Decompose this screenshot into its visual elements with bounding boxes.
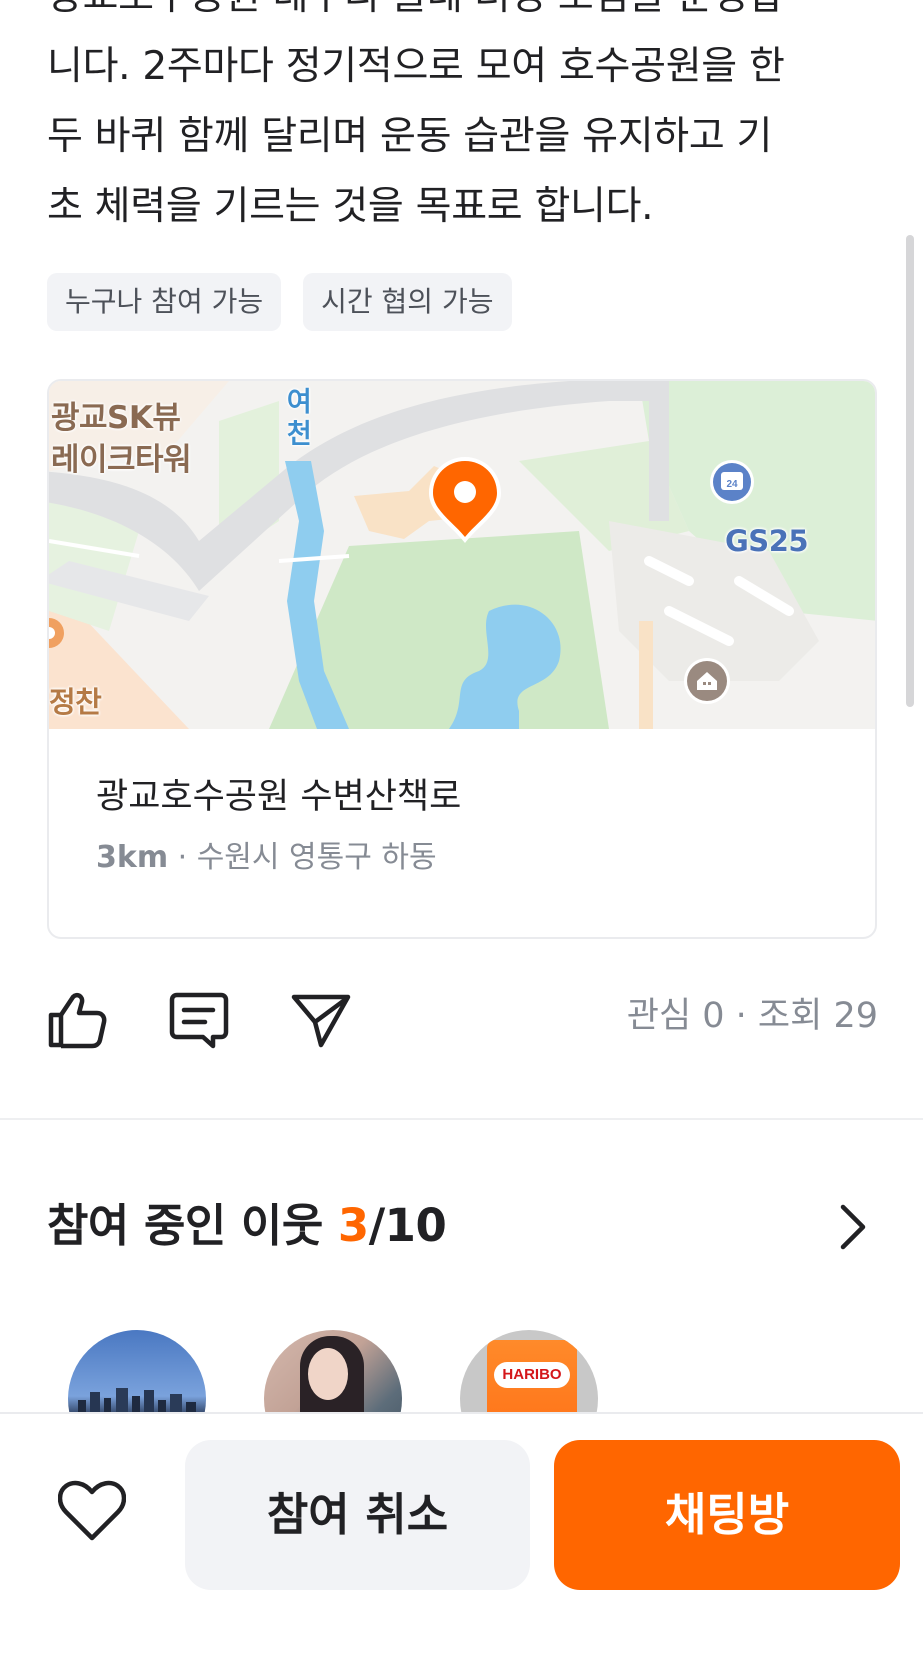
place-address: 수원시 영통구 하동 [196, 840, 437, 875]
tag-list: 누구나 참여 가능 시간 협의 가능 [47, 273, 512, 331]
comment-icon [169, 992, 229, 1049]
meta-separator: · [168, 840, 197, 875]
map-label-stream: 여천 [286, 387, 312, 450]
location-map[interactable]: 광교SK뷰 레이크타워 여천 정찬 24 GS25 [49, 381, 875, 729]
bottom-action-bar: 참여 취소 채팅방 [0, 1412, 923, 1659]
participants-header[interactable]: 참여 중인 이웃 3/10 [47, 1196, 877, 1256]
section-divider [0, 1118, 923, 1120]
map-label-gs25: GS25 [725, 524, 809, 558]
place-name: 광교호수공원 수변산책로 [96, 777, 462, 817]
description-line: 니다. 2주마다 정기적으로 모여 호수공원을 한 [47, 44, 785, 89]
place-card[interactable]: 광교SK뷰 레이크타워 여천 정찬 24 GS25 광교호수공원 수변산책로 3… [47, 379, 877, 939]
send-icon [291, 994, 351, 1048]
place-meta: 3km · 수원시 영통구 하동 [96, 838, 461, 878]
tag-time-negotiable: 시간 협의 가능 [303, 273, 512, 331]
haribo-logo: HARIBO [494, 1362, 570, 1388]
description-line: 두 바퀴 함께 달리며 운동 습관을 유지하고 기 [47, 114, 773, 159]
map-label-sk-view: 광교SK뷰 레이크타워 [51, 400, 192, 478]
tag-anyone-can-join: 누구나 참여 가능 [47, 273, 282, 331]
scrollbar[interactable] [906, 235, 914, 707]
avatar-face [308, 1348, 348, 1400]
building-icon [684, 658, 730, 704]
location-pin-icon [429, 457, 501, 543]
participants-title-text: 참여 중인 이웃 [47, 1199, 338, 1252]
place-distance: 3km [96, 840, 169, 875]
like-button[interactable] [47, 988, 135, 1052]
share-button[interactable] [291, 988, 379, 1052]
chevron-right-icon[interactable] [839, 1204, 867, 1250]
poi-restaurant-icon [49, 618, 64, 648]
favorite-button[interactable] [57, 1480, 127, 1546]
map-label-jeongchan: 정찬 [49, 685, 102, 719]
post-stats: 관심 0 · 조회 29 [626, 996, 878, 1036]
post-description: 광교호수공원 테두리 둘레 러닝 모임을 운영합 니다. 2주마다 정기적으로 … [47, 0, 877, 242]
chat-room-button[interactable]: 채팅방 [554, 1440, 900, 1590]
heart-icon [57, 1480, 127, 1541]
description-line: 초 체력을 기르는 것을 목표로 합니다. [47, 184, 654, 229]
gs25-badge-text: 24 [726, 479, 738, 490]
thumbs-up-icon [48, 992, 107, 1049]
place-info: 광교호수공원 수변산책로 3km · 수원시 영통구 하동 [96, 774, 461, 878]
participants-count: 3 [337, 1199, 369, 1252]
participants-max: /10 [368, 1199, 447, 1252]
participants-title: 참여 중인 이웃 3/10 [47, 1196, 877, 1256]
convenience-store-icon: 24 [710, 460, 754, 504]
cancel-participation-button[interactable]: 참여 취소 [185, 1440, 530, 1590]
post-actions [47, 988, 379, 1052]
comment-button[interactable] [169, 988, 257, 1052]
description-line: 광교호수공원 테두리 둘레 러닝 모임을 운영합 [47, 0, 877, 32]
